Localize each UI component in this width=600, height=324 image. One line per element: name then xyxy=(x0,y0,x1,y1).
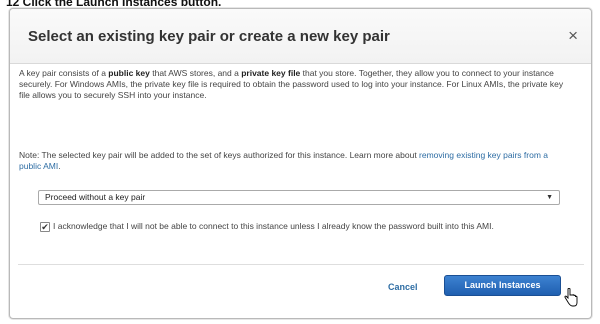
key-pair-select-value: Proceed without a key pair xyxy=(45,192,146,202)
intro-text-1: A key pair consists of a xyxy=(19,68,109,78)
dialog-header: Select an existing key pair or create a … xyxy=(10,9,591,64)
cancel-button[interactable]: Cancel xyxy=(388,282,418,292)
note-paragraph: Note: The selected key pair will be adde… xyxy=(19,150,570,172)
chevron-down-icon: ▼ xyxy=(546,194,553,201)
intro-text-2: that AWS stores, and a xyxy=(149,68,242,78)
acknowledge-checkbox[interactable]: ✔ xyxy=(40,222,50,232)
launch-instances-button[interactable]: Launch Instances xyxy=(444,275,561,296)
dialog-title: Select an existing key pair or create a … xyxy=(28,28,390,45)
hand-cursor-icon xyxy=(564,288,578,307)
public-key-term: public key xyxy=(108,68,150,78)
note-text: Note: The selected key pair will be adde… xyxy=(19,150,420,160)
footer-divider xyxy=(18,264,584,265)
acknowledge-text: I acknowledge that I will not be able to… xyxy=(53,221,494,231)
private-key-file-term: private key file xyxy=(241,68,301,78)
key-pair-select[interactable]: Proceed without a key pair ▼ xyxy=(38,190,560,205)
acknowledge-row: ✔ I acknowledge that I will not be able t… xyxy=(40,220,560,232)
close-icon[interactable]: × xyxy=(568,27,578,44)
intro-paragraph: A key pair consists of a public key that… xyxy=(19,68,570,101)
note-end: . xyxy=(58,161,61,171)
